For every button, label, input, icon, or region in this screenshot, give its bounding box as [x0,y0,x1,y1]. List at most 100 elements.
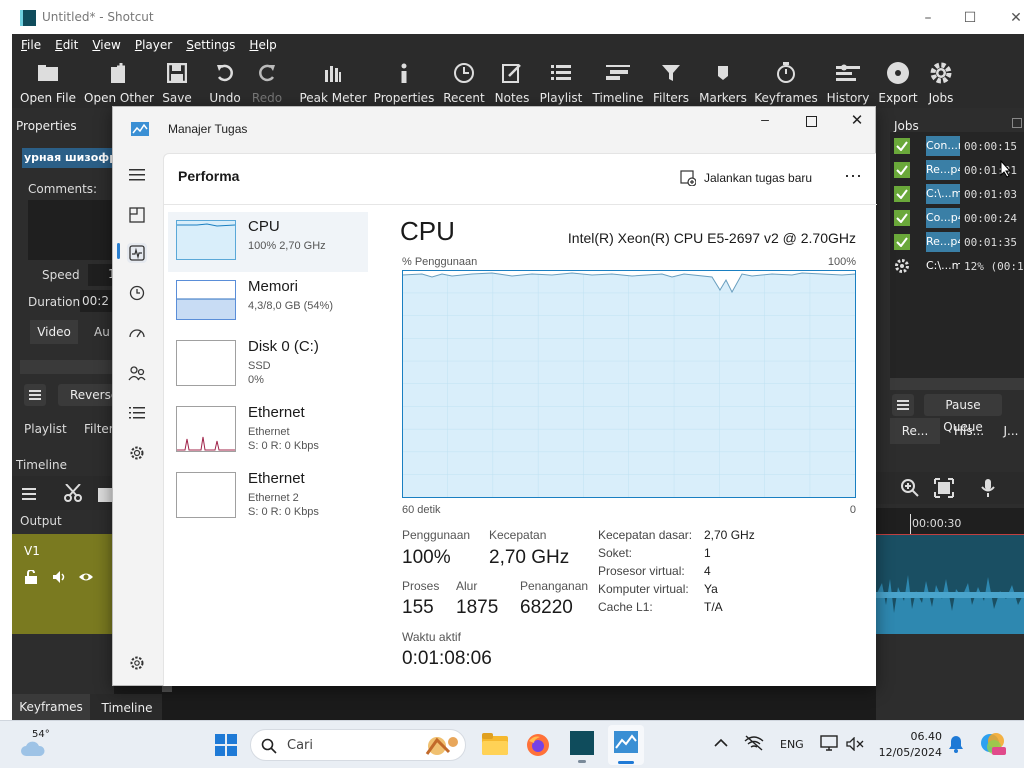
jobs-button[interactable]: Jobs [926,56,956,108]
markers-button[interactable]: Markers [699,56,747,108]
more-options-icon[interactable]: ⋯ [840,166,866,192]
language-indicator[interactable]: ENG [780,738,804,751]
comments-field[interactable] [28,200,114,260]
lock-icon[interactable] [24,569,38,587]
save-button[interactable]: Save [162,56,192,108]
startup-apps-icon[interactable] [127,323,147,343]
services-icon[interactable] [127,443,147,463]
maximize-button[interactable]: ☐ [960,8,980,28]
copilot-icon[interactable] [980,731,1006,760]
tm-minimize-button[interactable]: – [753,111,777,131]
scissors-icon[interactable] [64,483,84,505]
eye-icon[interactable] [78,570,94,587]
speaker-icon[interactable] [52,570,66,587]
timeline-zoom-toolbar [876,472,1024,504]
pause-queue-button[interactable]: Pause Queue [924,394,1002,434]
users-icon[interactable] [127,363,147,383]
job-name[interactable]: C:\...m [926,256,960,276]
processes-icon[interactable] [127,205,147,225]
tab-jobs[interactable]: J... [998,418,1024,444]
track-header-v1[interactable]: V1 [12,534,114,634]
details-icon[interactable] [127,403,147,423]
job-name[interactable]: Re...p4 [926,160,960,180]
menu-settings[interactable]: Settings [177,34,240,56]
taskbar-app-task-manager[interactable] [608,725,644,765]
job-name[interactable]: Con...r [926,136,960,156]
redo-button[interactable]: Redo [252,56,282,108]
start-icon[interactable] [214,733,238,757]
duration-field[interactable]: 00:2 [80,290,114,312]
timeline-ruler[interactable]: 00:00:30 [876,508,1024,534]
timeline-button[interactable]: Timeline [592,56,644,108]
menu-file[interactable]: File [12,34,46,56]
app-history-icon[interactable] [127,283,147,303]
notification-bell-icon[interactable] [948,735,964,756]
job-name[interactable]: C:\...m [926,184,960,204]
file-explorer-icon[interactable] [482,733,508,757]
filters-button[interactable]: Filters [653,56,689,108]
speaker-muted-icon[interactable] [846,736,864,754]
job-name[interactable]: Co...p4 [926,208,960,228]
zoom-in-icon[interactable] [900,478,920,501]
history-button[interactable]: History [827,56,869,108]
perf-item-ethernet-1[interactable]: Ethernet Ethernet S: 0 R: 0 Kbps [168,398,368,458]
taskbar-app-shotcut[interactable] [566,727,598,763]
zoom-fit-icon[interactable] [934,478,954,501]
open-other-button[interactable]: Open Other [84,56,154,108]
perf-item-memory[interactable]: Memori 4,3/8,0 GB (54%) [168,272,368,332]
menu-icon[interactable] [24,384,46,406]
weather-widget[interactable]: 54° [20,729,80,763]
performance-icon[interactable] [127,243,147,263]
horizontal-scrollbar[interactable] [20,360,114,374]
job-name[interactable]: Re...p4 [926,232,960,252]
run-new-task-button[interactable]: Jalankan tugas baru [680,166,828,192]
monitor-icon[interactable] [820,735,838,754]
playlist-button[interactable]: Playlist [540,56,582,108]
menu-help[interactable]: Help [240,34,281,56]
tab-video[interactable]: Video [30,320,78,344]
tab-audio[interactable]: Au [82,320,114,344]
tab-timeline[interactable]: Timeline [92,694,162,720]
tab-recent[interactable]: Re... [890,418,940,444]
undo-button[interactable]: Undo [209,56,241,108]
close-button[interactable]: ✕ [1006,8,1024,28]
copy-icon[interactable] [98,488,112,502]
speed-field[interactable]: 1 [88,264,116,286]
settings-icon[interactable] [127,653,147,673]
hamburger-icon[interactable] [127,165,147,185]
reverse-button[interactable]: Reverse [58,384,114,406]
menu-player[interactable]: Player [126,34,177,56]
firefox-icon[interactable] [526,733,550,757]
tm-close-button[interactable]: ✕ [845,111,869,131]
float-icon[interactable] [1012,118,1022,128]
minimize-button[interactable]: – [918,8,938,28]
network-offline-icon[interactable] [744,735,764,754]
peak-meter-button[interactable]: Peak Meter [299,56,367,108]
clock-time[interactable]: 06.40 [872,730,943,743]
export-button[interactable]: Export [878,56,918,108]
clock-date[interactable]: 12/05/2024 [872,746,942,759]
splitter-handle[interactable] [162,686,172,692]
tm-maximize-button[interactable] [799,111,823,131]
tab-filters[interactable]: Filter [84,422,114,436]
keyframes-button[interactable]: Keyframes [754,56,818,108]
properties-button[interactable]: Properties [374,56,434,108]
perf-item-disk[interactable]: Disk 0 (C:) SSD 0% [168,332,368,392]
menu-view[interactable]: View [83,34,125,56]
search-box[interactable]: Cari [250,729,466,761]
menu-icon[interactable] [22,488,36,503]
perf-item-ethernet-2[interactable]: Ethernet Ethernet 2 S: 0 R: 0 Kbps [168,464,368,524]
menu-icon[interactable] [892,394,914,416]
menu-edit[interactable]: Edit [46,34,83,56]
perf-item-cpu[interactable]: CPU 100% 2,70 GHz [168,212,368,272]
microphone-icon[interactable] [980,478,996,501]
tab-playlist[interactable]: Playlist [24,422,67,436]
notes-button[interactable]: Notes [495,56,529,108]
audio-clip[interactable] [876,534,1024,634]
recent-button[interactable]: Recent [443,56,485,108]
horizontal-scrollbar[interactable] [890,378,1024,390]
tab-history[interactable]: His... [946,418,992,444]
open-file-button[interactable]: Open File [20,56,76,108]
tab-keyframes[interactable]: Keyframes [12,694,90,720]
chevron-up-icon[interactable] [714,737,728,751]
